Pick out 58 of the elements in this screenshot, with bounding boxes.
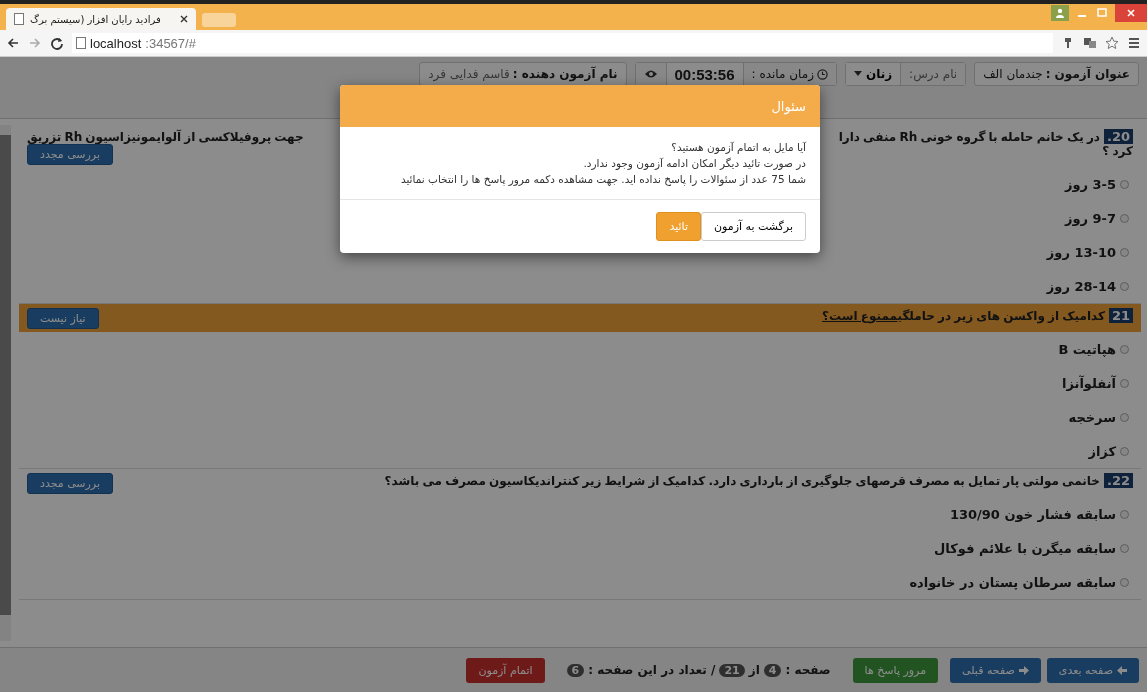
address-field[interactable]: localhost :34567/# [72,33,1053,53]
question-number: 22. [1103,473,1133,488]
dialog-message: در صورت تائید دیگر امکان ادامه آزمون وجود ندارد. [582,156,806,171]
clock-icon [816,68,828,80]
page-label: صفحه : [785,663,831,677]
question-text: کرد ؟ [1102,144,1133,158]
browser-tab[interactable]: فرادید رایان افزار (سیستم برگ [6,8,196,30]
count-label: / تعداد در این صفحه : [588,663,716,677]
document-icon [14,13,24,25]
user-icon [1055,8,1065,18]
question-text: جهت پروفیلاکسی از آلوایمونیزاسیون Rh تزریق [27,129,304,144]
next-page-button[interactable]: صفحه بعدی [1046,657,1139,683]
star-icon[interactable] [1105,36,1119,50]
dialog-message: آیا مایل به اتمام آزمون هستید؟ [670,140,806,155]
back-arrow-icon[interactable] [6,36,20,50]
question-number: 21 [1108,308,1133,323]
question-text: خانمی مولتی پار تمایل به مصرف قرصهای جلوگیری از بارداری دارد. کدامیک از شرایط زیر کنتراندیکاسیون مصرف می باشد؟ [384,473,1100,488]
answer-option[interactable]: سابقه میگرن با علائم فوکال [19,531,1141,565]
exam-title-field: عنوان آزمون : جندمان الف [974,62,1139,86]
question-text: در یک خانم حامله با گروه خونی Rh منفی دارا [838,129,1100,144]
page-icon [76,37,86,49]
previous-page-button[interactable]: صفحه قبلی [950,657,1041,683]
answer-option[interactable]: سابقه فشار خون 130/90 [19,497,1141,531]
close-icon [1126,8,1136,18]
review-button[interactable]: بررسی مجدد [27,473,113,494]
close-icon[interactable] [180,15,188,23]
course-label: نام درس: [900,63,966,85]
caret-icon [853,71,862,77]
arrow-icon [1117,665,1127,675]
answer-option[interactable]: آنفلوآنزا [19,366,1141,400]
finish-exam-button[interactable]: اتمام آزمون [466,657,545,683]
answer-option[interactable]: سابقه سرطان پستان در خانواده [19,565,1141,599]
dialog-message: شما 75 عدد از سئوالات را پاسخ نداده اید. جهت مشاهده دکمه مرور پاسخ ها را انتخاب نمائید [399,172,806,187]
eye-icon [643,68,658,80]
of-label: از [748,663,760,677]
user-button[interactable] [1051,5,1069,21]
question-number: 20. [1103,129,1133,144]
page-number-badge: 4 [763,663,782,677]
dialog-title: سئوال [771,98,806,114]
answer-option[interactable]: هپاتیت B [19,332,1141,366]
time-remaining-label: زمان مانده : [742,63,836,85]
review-button[interactable]: نیاز نیست [27,308,99,329]
scrollbar[interactable] [0,125,11,641]
total-pages-badge: 21 [719,663,745,677]
count-badge: 6 [566,663,585,677]
answer-option[interactable]: کزاز [19,434,1141,468]
examinee-name-field: نام آزمون دهنده : قاسم فدایی فرد [419,62,627,86]
close-window-button[interactable] [1115,4,1147,22]
question-text: کدامیک از واکسن های زیر در حاملگیممنوع است؟ [822,308,1105,323]
forward-arrow-icon[interactable] [28,36,42,50]
arrow-icon [1018,665,1029,675]
reload-icon[interactable] [50,36,64,50]
answer-option[interactable]: 28-14 روز [19,269,1141,303]
review-button[interactable]: بررسی مجدد [27,144,113,165]
answer-option[interactable]: سرخجه [19,400,1141,434]
back-to-exam-button[interactable]: برگشت به آزمون [701,212,806,241]
menu-icon[interactable] [1127,36,1141,50]
hide-timer-button[interactable] [635,63,666,85]
